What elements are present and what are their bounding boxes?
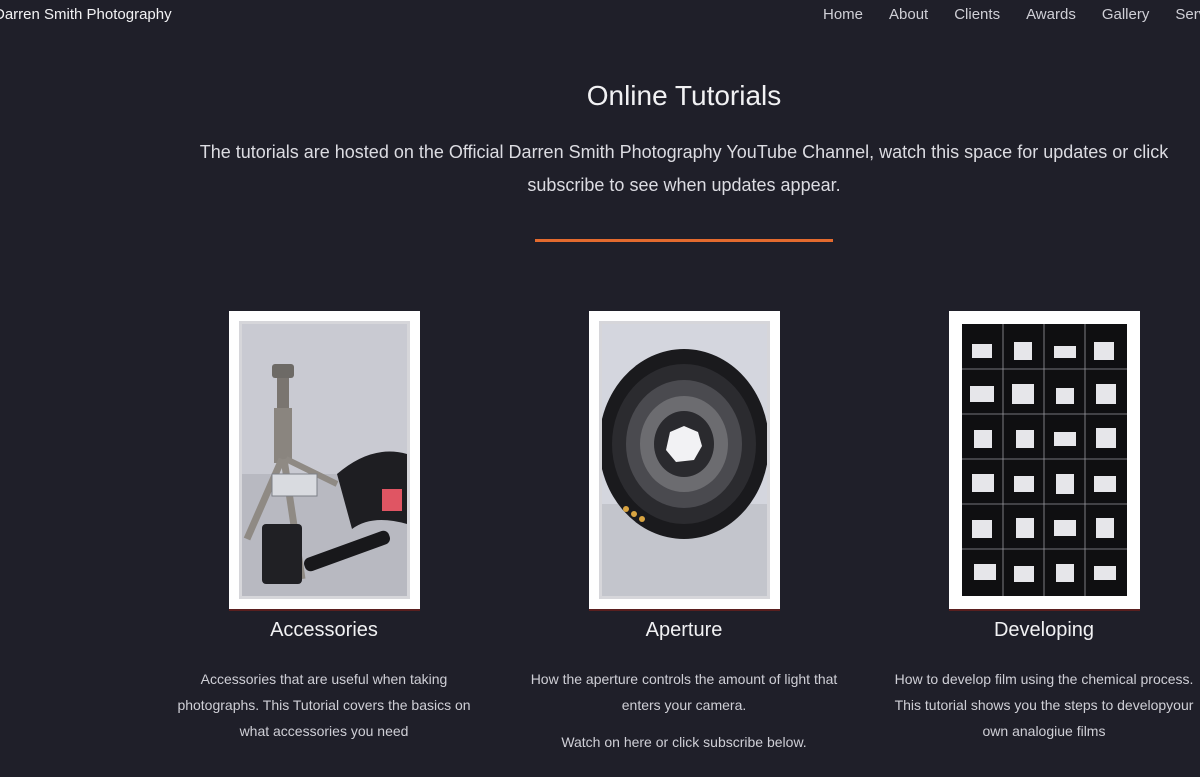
accent-divider xyxy=(535,239,833,242)
nav-clients[interactable]: Clients xyxy=(954,6,1000,23)
card-description: How the aperture controls the amount of … xyxy=(530,671,838,713)
film-steps-chart-icon xyxy=(961,324,1127,596)
tutorial-card-aperture: Aperture How the aperture controls the a… xyxy=(524,311,844,750)
page-title: Online Tutorials xyxy=(586,80,782,111)
nav-awards[interactable]: Awards xyxy=(1026,6,1076,23)
developing-thumbnail[interactable] xyxy=(948,311,1140,609)
card-title[interactable]: Developing xyxy=(884,619,1200,642)
card-description: How to develop film using the chemical p… xyxy=(894,671,1194,739)
page: Darren Smith Photography Home About Clie… xyxy=(0,0,1200,777)
nav-about[interactable]: About xyxy=(889,6,928,23)
main-nav: Home About Clients Awards Gallery Servic… xyxy=(823,6,1200,23)
tutorial-card-accessories: Accessories Accessories that are useful … xyxy=(164,311,484,744)
aperture-thumbnail[interactable] xyxy=(588,311,780,609)
watch-note: Watch on here or click subscribe below. xyxy=(561,734,807,750)
nav-home[interactable]: Home xyxy=(823,6,863,23)
card-title[interactable]: Aperture xyxy=(524,619,844,642)
intro-text: The tutorials are hosted on the Official… xyxy=(199,142,1169,195)
lens-photo-icon xyxy=(601,324,767,596)
photo-frame xyxy=(238,321,410,599)
nav-gallery[interactable]: Gallery xyxy=(1102,6,1150,23)
site-brand[interactable]: Darren Smith Photography xyxy=(0,6,172,23)
nav-services[interactable]: Services xyxy=(1175,6,1200,23)
card-title[interactable]: Accessories xyxy=(164,619,484,642)
photo-frame xyxy=(958,321,1130,599)
card-description: Accessories that are useful when taking … xyxy=(177,671,471,739)
photo-frame xyxy=(598,321,770,599)
accessories-thumbnail[interactable] xyxy=(228,311,420,609)
tripod-photo-icon xyxy=(241,324,407,596)
tutorial-card-developing: Developing How to develop film using the… xyxy=(884,311,1200,744)
